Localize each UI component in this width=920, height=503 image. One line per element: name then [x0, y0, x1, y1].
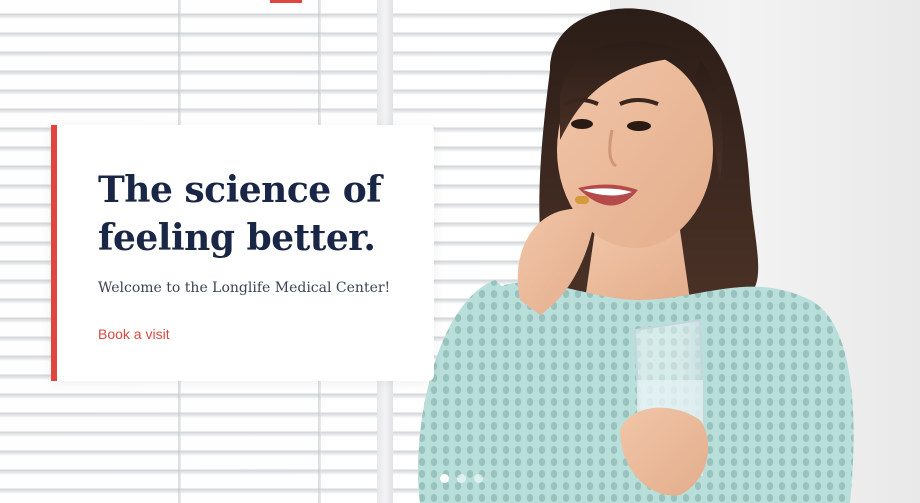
- carousel-dots: [440, 474, 483, 483]
- hero-section: The science of feeling better. Welcome t…: [0, 0, 920, 503]
- carousel-dot-3[interactable]: [474, 474, 483, 483]
- hero-subtitle: Welcome to the Longlife Medical Center!: [98, 280, 391, 296]
- hero-image: [418, 8, 854, 503]
- carousel-dot-1[interactable]: [440, 474, 449, 483]
- book-visit-link[interactable]: Book a visit: [98, 326, 170, 342]
- card-accent-bar: [51, 125, 57, 381]
- hero-headline-line2: feeling better.: [98, 217, 376, 259]
- hero-headline: The science of feeling better.: [98, 166, 418, 262]
- hero-headline-line1: The science of: [98, 169, 382, 211]
- top-accent-bar: [270, 0, 302, 3]
- carousel-dot-2[interactable]: [457, 474, 466, 483]
